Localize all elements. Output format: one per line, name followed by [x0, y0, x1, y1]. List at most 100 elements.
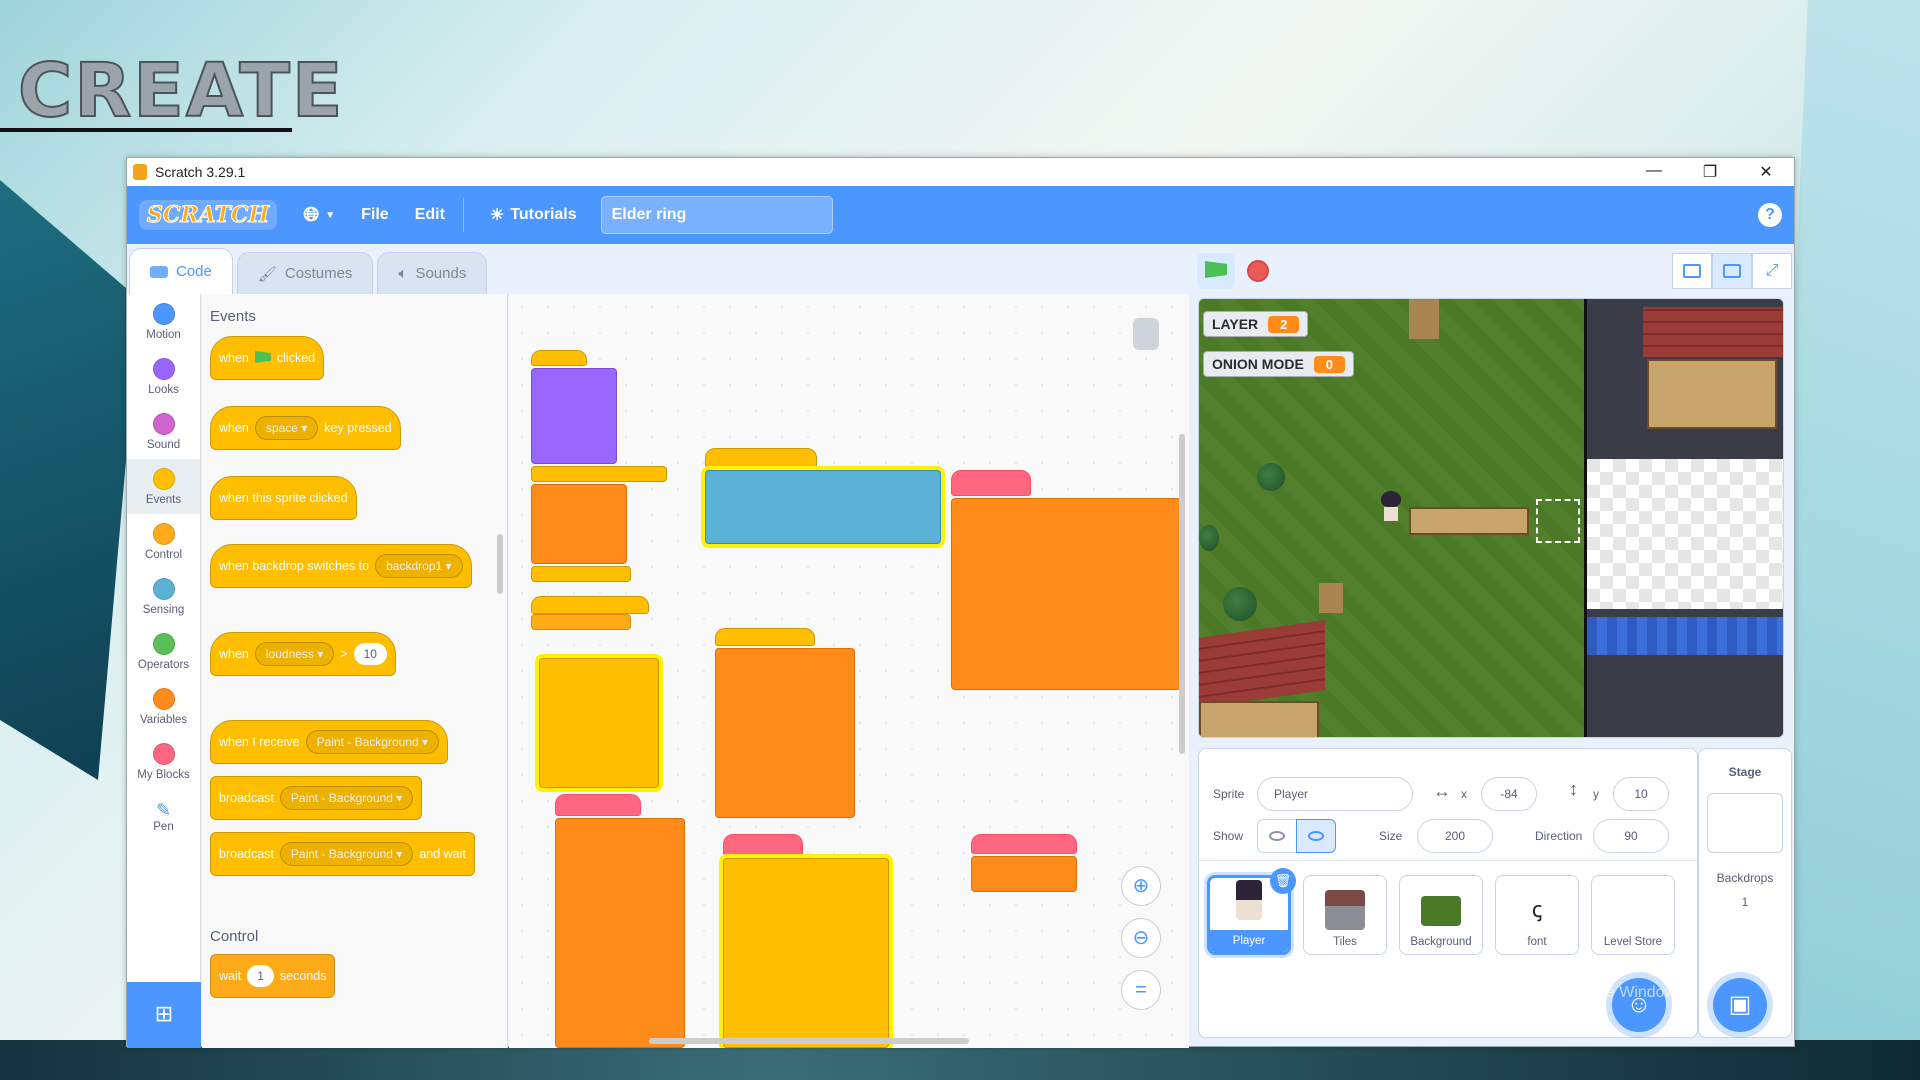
broadcast-block[interactable]: broadcast Paint - Background ▾	[210, 776, 423, 820]
sprite-tile-level-store[interactable]: Level Store	[1591, 875, 1675, 955]
delete-sprite-button[interactable]: 🗑︎	[1270, 868, 1296, 894]
project-title-input[interactable]	[600, 196, 833, 234]
file-menu[interactable]: File	[361, 206, 389, 224]
eye-slash-icon	[1308, 831, 1324, 841]
category-motion[interactable]: Motion	[127, 294, 200, 349]
sprite-info-panel: Sprite Player ↔ x -84 ↕ y 10 Show Size 2…	[1199, 749, 1697, 861]
script-broadcast-block[interactable]	[531, 566, 631, 582]
sprite-name-input[interactable]: Player	[1257, 777, 1413, 811]
workspace-horizontal-scrollbar[interactable]	[649, 1038, 969, 1044]
scratch-logo[interactable]: SCRATCH	[139, 200, 278, 230]
category-label: Motion	[146, 328, 181, 341]
when-backdrop-switches-block[interactable]: when backdrop switches to backdrop1 ▾	[210, 544, 472, 588]
when-flag-clicked-block[interactable]: when clicked	[210, 336, 325, 380]
category-variables[interactable]: Variables	[127, 679, 200, 734]
activate-windows-watermark: Activate Windows	[1436, 952, 1610, 977]
tutorials-button[interactable]: ☀ Tutorials	[490, 205, 577, 225]
player-sprite[interactable]	[1381, 491, 1401, 521]
sprite-tile-player[interactable]: Player 🗑︎	[1207, 868, 1296, 955]
green-flag-button[interactable]	[1197, 253, 1235, 289]
when-sprite-clicked-block[interactable]: when this sprite clicked	[210, 476, 357, 520]
category-control[interactable]: Control	[127, 514, 200, 569]
eye-icon	[1269, 831, 1285, 841]
category-operators[interactable]: Operators	[127, 624, 200, 679]
edit-menu[interactable]: Edit	[415, 206, 445, 224]
editor-tabs: Code 🖌︎ Costumes 🔈︎ Sounds	[127, 244, 491, 294]
message-dropdown[interactable]: Paint - Background ▾	[279, 842, 414, 866]
sprite-tile-font[interactable]: ꞔ font	[1495, 875, 1579, 955]
fullscreen-button[interactable]: ⤢	[1752, 253, 1792, 289]
zoom-in-button[interactable]: ⊕	[1121, 866, 1161, 906]
tab-sounds[interactable]: 🔈︎ Sounds	[377, 252, 488, 294]
tab-code[interactable]: Code	[129, 248, 233, 294]
broadcast-and-wait-block[interactable]: broadcast Paint - Background ▾ and wait	[210, 832, 475, 876]
variables-dot-icon	[152, 687, 175, 710]
category-my-blocks[interactable]: My Blocks	[127, 734, 200, 789]
category-looks[interactable]: Looks	[127, 349, 200, 404]
category-sound[interactable]: Sound	[127, 404, 200, 459]
script-variable-stack[interactable]	[971, 856, 1077, 892]
message-dropdown[interactable]: Paint - Background ▾	[305, 730, 440, 754]
script-variable-stack[interactable]	[951, 498, 1181, 690]
x-position-input[interactable]: -84	[1481, 777, 1537, 811]
direction-input[interactable]: 90	[1593, 819, 1669, 853]
tiles-thumbnail	[1325, 890, 1365, 930]
backdrop-dropdown[interactable]: backdrop1 ▾	[375, 554, 463, 578]
choose-backdrop-button[interactable]: ▣	[1713, 978, 1767, 1032]
script-hat-block[interactable]	[531, 350, 587, 366]
script-define-block[interactable]	[555, 794, 641, 816]
close-button[interactable]: ✕	[1738, 162, 1794, 182]
script-variable-stack[interactable]	[531, 484, 627, 564]
category-events[interactable]: Events	[127, 459, 200, 514]
when-i-receive-block[interactable]: when I receive Paint - Background ▾	[210, 720, 449, 764]
script-event-stack[interactable]	[539, 658, 659, 788]
small-stage-button[interactable]	[1672, 253, 1712, 289]
category-pen[interactable]: ✎ Pen	[127, 789, 200, 844]
tab-costumes[interactable]: 🖌︎ Costumes	[236, 252, 374, 294]
tab-costumes-label: Costumes	[284, 265, 353, 282]
palette-scrollbar[interactable]	[497, 534, 503, 594]
script-motion-stack[interactable]	[705, 470, 941, 544]
large-stage-button[interactable]	[1712, 253, 1752, 289]
script-define-block[interactable]	[723, 834, 803, 856]
sprite-tile-background[interactable]: Background	[1399, 875, 1483, 955]
script-broadcast-block[interactable]	[531, 466, 667, 482]
script-variable-stack[interactable]	[715, 648, 855, 818]
minimize-button[interactable]: —	[1626, 162, 1682, 182]
loudness-value-input[interactable]: 10	[353, 643, 387, 665]
script-control-block[interactable]	[531, 614, 631, 630]
y-position-input[interactable]: 10	[1613, 777, 1669, 811]
message-dropdown[interactable]: Paint - Background ▾	[279, 786, 414, 810]
sprite-tile-tiles[interactable]: Tiles	[1303, 875, 1387, 955]
stage-canvas[interactable]: LAYER 2 ONION MODE 0	[1198, 298, 1784, 738]
script-hat-block[interactable]	[705, 448, 817, 468]
language-menu[interactable]: 🌐︎ ▼	[303, 204, 335, 227]
script-define-block[interactable]	[951, 470, 1031, 496]
key-dropdown-value: space	[265, 421, 298, 435]
add-extension-button[interactable]: ⊞	[127, 982, 201, 1048]
zoom-reset-button[interactable]: =	[1121, 970, 1161, 1010]
script-define-block[interactable]	[971, 834, 1077, 854]
when-key-pressed-block[interactable]: when space ▾ key pressed	[210, 406, 401, 450]
headline-underline	[0, 128, 292, 132]
script-looks-stack[interactable]	[531, 368, 617, 464]
script-workspace[interactable]: ⊕ ⊖ =	[509, 294, 1189, 1048]
restore-button[interactable]: ❐	[1682, 162, 1738, 182]
script-hat-block[interactable]	[531, 596, 649, 614]
size-input[interactable]: 200	[1417, 819, 1493, 853]
key-dropdown[interactable]: space ▾	[254, 416, 319, 440]
script-variable-stack[interactable]	[555, 818, 685, 1048]
stop-button[interactable]	[1247, 260, 1269, 282]
when-loudness-block[interactable]: when loudness ▾ > 10	[210, 632, 396, 676]
wait-value-input[interactable]: 1	[247, 965, 274, 987]
help-icon[interactable]: ?	[1758, 203, 1782, 227]
wait-seconds-block[interactable]: wait 1 seconds	[210, 954, 336, 998]
sensor-dropdown[interactable]: loudness ▾	[254, 642, 335, 666]
category-sensing[interactable]: Sensing	[127, 569, 200, 624]
script-event-stack[interactable]	[723, 858, 889, 1048]
show-hidden-button[interactable]	[1296, 819, 1336, 853]
show-visible-button[interactable]	[1257, 819, 1297, 853]
workspace-vertical-scrollbar[interactable]	[1179, 434, 1185, 754]
script-hat-block[interactable]	[715, 628, 815, 646]
zoom-out-button[interactable]: ⊖	[1121, 918, 1161, 958]
